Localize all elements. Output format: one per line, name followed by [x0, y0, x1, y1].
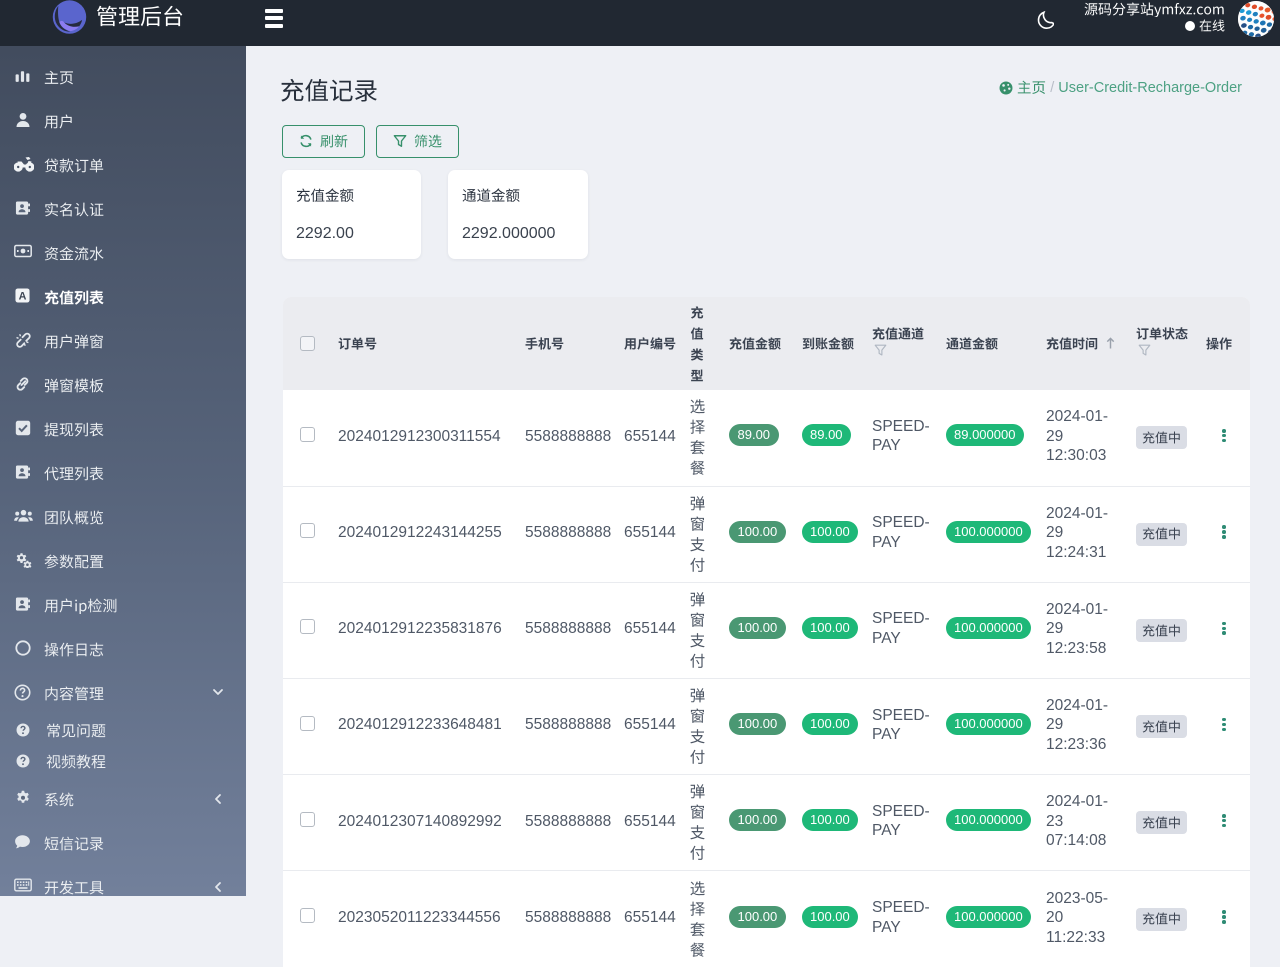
- svg-text:A: A: [19, 290, 27, 302]
